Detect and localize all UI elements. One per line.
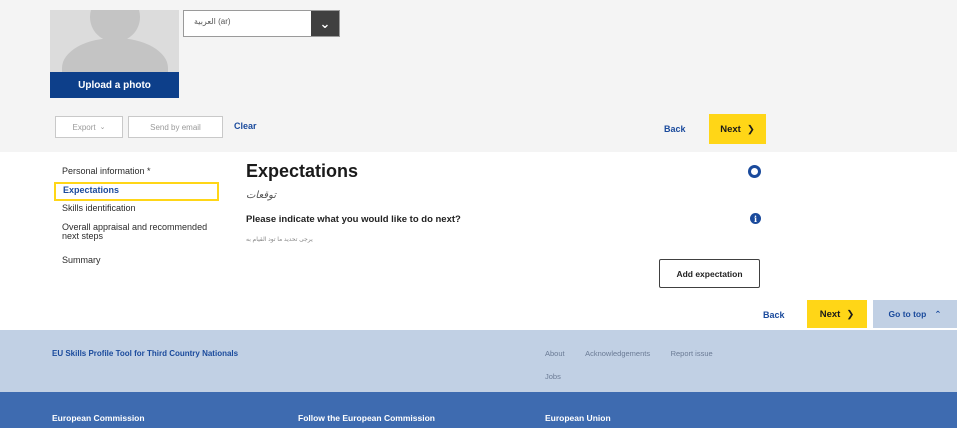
step-personal-information[interactable]: Personal information * — [54, 164, 219, 182]
info-icon[interactable]: i — [750, 213, 761, 224]
footer-tool-title[interactable]: EU Skills Profile Tool for Third Country… — [52, 349, 238, 358]
go-to-top-button[interactable]: Go to top ⌃ — [873, 300, 957, 328]
language-select-value: (ar) العربية — [194, 17, 231, 26]
footer-link-about[interactable]: About — [545, 349, 565, 358]
profile-band: Upload a photo (ar) العربية ⌄ Export ⌄ S… — [0, 0, 957, 152]
step-navigation: Personal information * Expectations Skil… — [54, 164, 219, 271]
export-button[interactable]: Export ⌄ — [55, 116, 123, 138]
footer-links: About Acknowledgements Report issue Jobs — [545, 343, 775, 389]
upload-photo-button[interactable]: Upload a photo — [50, 72, 179, 98]
page-title-arabic: توقعات — [246, 190, 277, 201]
next-label: Next — [720, 123, 741, 135]
step-skills-identification[interactable]: Skills identification — [54, 201, 219, 220]
add-expectation-button[interactable]: Add expectation — [659, 259, 760, 288]
ring-icon[interactable] — [748, 165, 761, 178]
step-summary[interactable]: Summary — [54, 253, 219, 271]
chevron-right-icon: ❯ — [846, 308, 855, 320]
footer-top: EU Skills Profile Tool for Third Country… — [0, 330, 957, 392]
page-title: Expectations — [246, 161, 359, 181]
clear-link[interactable]: Clear — [234, 121, 257, 131]
chevron-down-icon[interactable]: ⌄ — [311, 11, 339, 36]
back-link-bottom[interactable]: Back — [763, 310, 785, 320]
language-select[interactable]: (ar) العربية ⌄ — [183, 10, 340, 37]
send-by-email-button[interactable]: Send by email — [128, 116, 223, 138]
footer-link-report-issue[interactable]: Report issue — [671, 349, 713, 358]
chevron-right-icon: ❯ — [746, 123, 755, 135]
footer-link-jobs[interactable]: Jobs — [545, 372, 561, 381]
footer-column-european-union[interactable]: European Union — [545, 413, 611, 423]
footer-column-follow-commission[interactable]: Follow the European Commission — [298, 413, 435, 423]
question-arabic-subtext: يرجى تحديد ما تود القيام به — [246, 237, 313, 243]
chevron-down-icon: ⌄ — [99, 124, 106, 131]
export-label: Export — [72, 122, 96, 132]
next-button-bottom[interactable]: Next ❯ — [807, 300, 867, 328]
chevron-up-icon: ⌃ — [934, 308, 942, 319]
go-to-top-label: Go to top — [888, 309, 927, 319]
step-expectations[interactable]: Expectations — [54, 182, 219, 201]
avatar-shoulders-shape — [62, 38, 168, 72]
step-overall-appraisal[interactable]: Overall appraisal and recommended next s… — [54, 220, 219, 253]
footer-link-acknowledgements[interactable]: Acknowledgements — [585, 349, 650, 358]
footer-bottom: European Commission Follow the European … — [0, 392, 957, 428]
footer-column-european-commission[interactable]: European Commission — [52, 413, 145, 423]
next-button[interactable]: Next ❯ — [709, 114, 766, 144]
profile-photo-placeholder — [50, 10, 179, 72]
question-label: Please indicate what you would like to d… — [246, 214, 461, 225]
next-label: Next — [819, 308, 841, 320]
back-link[interactable]: Back — [664, 124, 686, 134]
